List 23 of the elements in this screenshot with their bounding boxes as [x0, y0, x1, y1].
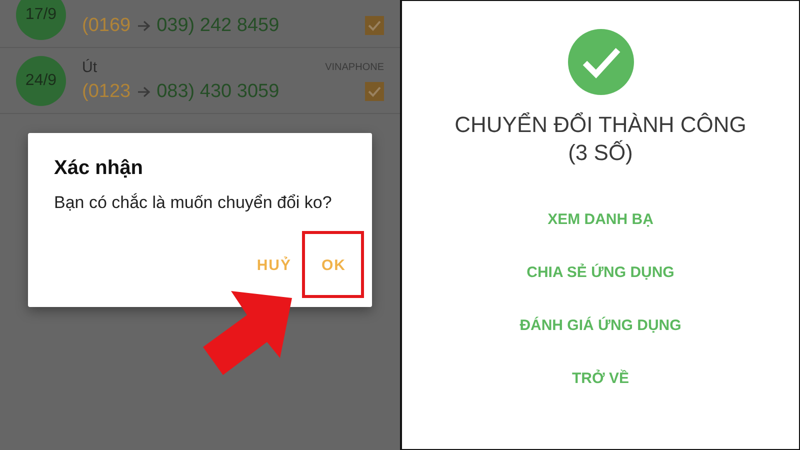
new-number: 039) 242 8459 [156, 14, 280, 36]
dialog-button[interactable]: HUỶ [252, 251, 296, 280]
new-number: 083) 430 3059 [156, 80, 280, 102]
checkbox[interactable] [365, 82, 384, 101]
dialog-button[interactable]: OK [318, 251, 350, 280]
right-arrow-icon [136, 20, 151, 32]
action-link[interactable]: TRỞ VỀ [566, 368, 635, 389]
check-circle-icon [568, 29, 634, 95]
date-avatar: 17/9 [16, 0, 66, 40]
checkbox[interactable] [365, 16, 384, 35]
action-link[interactable]: CHIA SẺ ỨNG DỤNG [520, 262, 680, 283]
success-title: (3 SỐ) [567, 139, 634, 167]
dialog-title: Xác nhận [54, 157, 144, 180]
old-prefix: (0169 [82, 14, 131, 36]
contact-name: Út [82, 59, 97, 76]
old-prefix: (0123 [82, 80, 131, 102]
action-link[interactable]: ĐÁNH GIÁ ỨNG DỤNG [514, 315, 688, 336]
success-title: CHUYỂN ĐỔI THÀNH CÔNG [454, 111, 746, 139]
contact-row[interactable]: 17/9 (0169 039) 242 8459 [0, 0, 400, 48]
dialog-message: Bạn có chắc là muốn chuyển đổi ko? [54, 193, 333, 213]
action-link[interactable]: XEM DANH BẠ [542, 209, 660, 230]
date-avatar: 24/9 [16, 56, 66, 106]
right-arrow-icon [136, 86, 151, 98]
